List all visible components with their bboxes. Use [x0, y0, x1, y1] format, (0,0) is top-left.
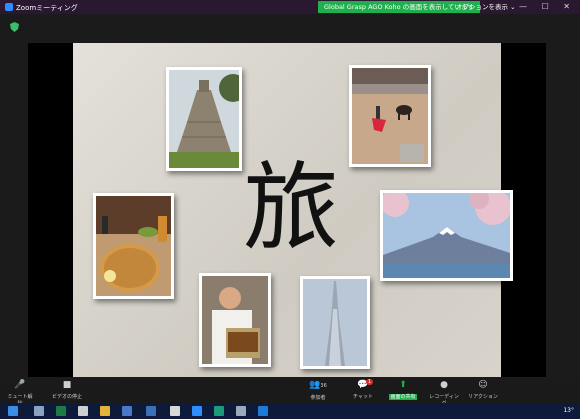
share-label: 画面の共有: [389, 394, 417, 400]
window-controls[interactable]: — ☐ ✕: [519, 2, 576, 11]
record-icon: ●: [440, 380, 448, 390]
slide: 旅: [73, 43, 513, 377]
window-title: Zoomミーティング: [16, 4, 78, 12]
meeting-toolbar: 🎤 ミュート解除 ■ ビデオの停止 👥36 参加者 💬 1 チャット ⬆ 画面の…: [0, 378, 580, 407]
burj-khalifa-image: [303, 279, 367, 366]
participants-button[interactable]: 👥36 参加者: [300, 380, 336, 401]
bullfight-image: [352, 68, 428, 164]
microphone-off-icon: 🎤: [14, 380, 26, 390]
excel-icon[interactable]: [56, 406, 66, 416]
share-screen-button[interactable]: ⬆ 画面の共有: [388, 380, 418, 400]
photo-schnitzel: [93, 193, 174, 299]
participants-count: 36: [320, 383, 327, 389]
security-shield-icon[interactable]: [10, 22, 19, 32]
title-bar: Zoomミーティング Global Grasp AGO Koho の画面を表示し…: [0, 0, 580, 14]
folder-icon[interactable]: [100, 406, 110, 416]
edge-browser-icon[interactable]: [258, 406, 268, 416]
chat-label: チャット: [353, 394, 373, 400]
video-button[interactable]: ■ ビデオの停止: [50, 380, 84, 400]
view-options-button[interactable]: オプションを表示 ⌄: [456, 1, 516, 13]
shared-screen: 旅: [28, 43, 546, 377]
photo-burj-khalifa: [300, 276, 370, 369]
participants-label: 参加者: [310, 395, 326, 401]
zoom-app-icon: [5, 3, 13, 11]
app-icon-2[interactable]: [122, 406, 132, 416]
app-icon-6[interactable]: [236, 406, 246, 416]
schnitzel-image: [96, 196, 171, 296]
slide-kanji: 旅: [243, 152, 339, 264]
task-view-icon[interactable]: [34, 406, 44, 416]
video-label: ビデオの停止: [51, 394, 82, 400]
share-screen-icon: ⬆: [399, 380, 407, 390]
video-camera-icon: ■: [62, 380, 72, 390]
weather-temp: 13°: [563, 407, 574, 414]
chat-badge: 1: [366, 379, 374, 385]
app-icon-4[interactable]: [170, 406, 180, 416]
mount-fuji-image: [383, 193, 510, 278]
app-icon-1[interactable]: [78, 406, 88, 416]
app-icon-3[interactable]: [146, 406, 156, 416]
windows-start-icon[interactable]: [8, 406, 18, 416]
app-icon-5[interactable]: [214, 406, 224, 416]
participants-icon: 👥36: [309, 380, 327, 390]
reactions-button[interactable]: ☺ リアクション: [468, 380, 498, 400]
photo-mount-fuji: [380, 190, 513, 281]
chat-button[interactable]: 💬 1 チャット: [350, 379, 376, 400]
maya-temple-image: [169, 70, 239, 168]
zoom-taskbar-icon[interactable]: [192, 406, 202, 416]
photo-man-with-dish: [199, 273, 271, 367]
reactions-label: リアクション: [468, 394, 498, 400]
man-with-dish-image: [202, 276, 268, 364]
windows-taskbar: 13°: [0, 403, 580, 419]
photo-bullfight: [349, 65, 431, 167]
reactions-icon: ☺: [478, 380, 488, 390]
